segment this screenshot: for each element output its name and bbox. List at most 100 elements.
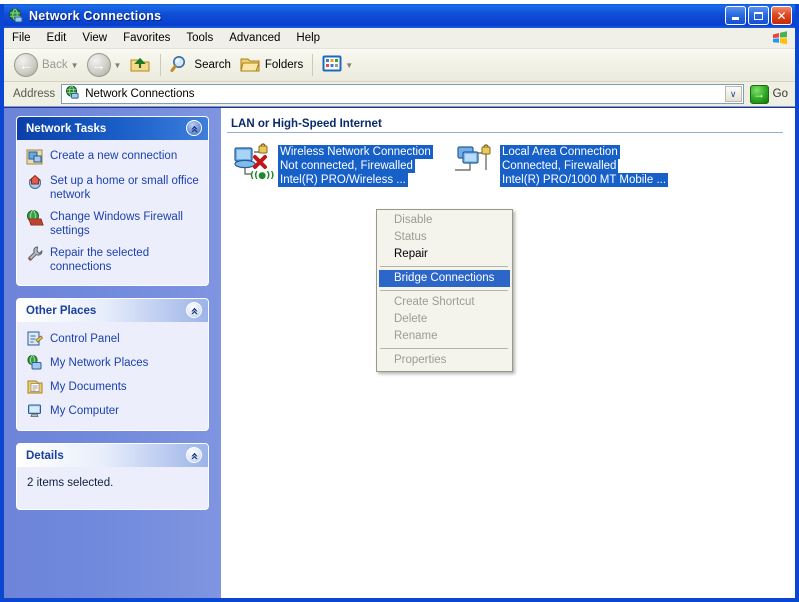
- connection-adapter: Intel(R) PRO/1000 MT Mobile ...: [500, 173, 669, 187]
- task-repair-selected-connections[interactable]: Repair the selected connections: [26, 245, 200, 274]
- menu-tools[interactable]: Tools: [178, 30, 221, 46]
- menu-bar: File Edit View Favorites Tools Advanced …: [4, 28, 795, 49]
- documents-icon: [26, 378, 44, 396]
- place-control-panel[interactable]: Control Panel: [26, 330, 200, 348]
- globe-network-icon: [65, 85, 80, 103]
- home-network-icon: [26, 173, 44, 191]
- firewall-icon: [26, 209, 44, 227]
- context-menu-item-repair[interactable]: Repair: [377, 246, 512, 263]
- forward-dropdown-icon[interactable]: ▼: [114, 61, 122, 70]
- forward-button[interactable]: → ▼: [83, 51, 126, 79]
- sidebar: Network Tasks Create a new connection Se…: [4, 108, 221, 598]
- connection-item-wireless[interactable]: ((●)) Wireless Network Connection Not co…: [233, 143, 455, 187]
- views-button[interactable]: ▼: [318, 51, 357, 79]
- menu-advanced[interactable]: Advanced: [221, 30, 288, 46]
- task-change-firewall-settings[interactable]: Change Windows Firewall settings: [26, 209, 200, 238]
- connection-name: Wireless Network Connection: [278, 145, 433, 159]
- lan-adapter-icon: [455, 143, 497, 181]
- place-my-network-places[interactable]: My Network Places: [26, 354, 200, 372]
- content-pane: LAN or High-Speed Internet ((●)) Wireles…: [221, 108, 795, 598]
- address-value: Network Connections: [85, 88, 195, 100]
- folders-button[interactable]: Folders: [235, 51, 307, 79]
- up-folder-icon: [129, 54, 151, 77]
- address-input[interactable]: Network Connections ∨: [61, 84, 744, 104]
- menu-file[interactable]: File: [4, 30, 39, 46]
- folders-label: Folders: [264, 59, 304, 71]
- collapse-chevron-icon[interactable]: [186, 120, 202, 136]
- place-label: My Documents: [50, 381, 127, 394]
- menu-help[interactable]: Help: [288, 30, 328, 46]
- collapse-chevron-icon[interactable]: [186, 447, 202, 463]
- menu-favorites[interactable]: Favorites: [115, 30, 178, 46]
- close-button[interactable]: ✕: [771, 6, 792, 25]
- search-button[interactable]: Search: [166, 51, 234, 79]
- search-label: Search: [194, 59, 231, 71]
- task-setup-home-network[interactable]: Set up a home or small office network: [26, 173, 200, 202]
- place-label: My Computer: [50, 405, 120, 418]
- forward-arrow-icon: →: [86, 53, 111, 77]
- control-panel-icon: [26, 330, 44, 348]
- context-menu-item-create-shortcut[interactable]: Create Shortcut: [377, 294, 512, 311]
- context-menu-separator: [380, 290, 508, 291]
- address-bar: Address Network Connections ∨ → Go: [4, 82, 795, 107]
- panel-body-other-places: Control Panel My Network Places My Docum…: [17, 322, 208, 430]
- wrench-icon: [26, 245, 44, 263]
- go-arrow-icon: →: [749, 84, 769, 104]
- panel-title: Details: [26, 449, 64, 462]
- up-button[interactable]: [125, 51, 155, 79]
- go-label: Go: [772, 88, 788, 100]
- place-label: My Network Places: [50, 357, 149, 370]
- context-menu-item-status[interactable]: Status: [377, 229, 512, 246]
- panel-title: Other Places: [26, 304, 97, 317]
- details-status-text: 2 items selected.: [27, 477, 114, 489]
- panel-title: Network Tasks: [26, 122, 107, 135]
- maximize-button[interactable]: [748, 6, 769, 25]
- chevron-down-icon[interactable]: ∨: [724, 86, 742, 102]
- context-menu-item-disable[interactable]: Disable: [377, 212, 512, 229]
- go-button[interactable]: → Go: [744, 84, 792, 104]
- connections-list: ((●)) Wireless Network Connection Not co…: [221, 143, 795, 372]
- panel-header-network-tasks[interactable]: Network Tasks: [17, 117, 208, 140]
- toolbar: ← Back ▼ → ▼ Search Folders ▼: [4, 49, 795, 82]
- task-label: Create a new connection: [50, 150, 178, 162]
- menu-edit[interactable]: Edit: [39, 30, 75, 46]
- views-icon: [322, 55, 342, 76]
- title-bar: Network Connections ✕: [4, 4, 795, 28]
- back-dropdown-icon[interactable]: ▼: [71, 61, 79, 70]
- place-label: Control Panel: [50, 333, 120, 346]
- network-connections-window: Network Connections ✕ File Edit View Fav…: [0, 4, 799, 602]
- context-menu-item-properties[interactable]: Properties: [377, 352, 512, 369]
- context-menu: Disable Status Repair Bridge Connections…: [376, 209, 513, 372]
- toolbar-separator-2: [312, 54, 314, 76]
- connection-status: Not connected, Firewalled: [278, 159, 415, 173]
- task-create-new-connection[interactable]: Create a new connection: [26, 148, 200, 166]
- context-menu-separator: [380, 266, 508, 267]
- back-button[interactable]: ← Back ▼: [10, 51, 83, 79]
- magnifier-icon: [170, 54, 190, 77]
- folder-icon: [239, 54, 261, 77]
- minimize-button[interactable]: [725, 6, 746, 25]
- views-dropdown-icon[interactable]: ▼: [345, 61, 353, 70]
- svg-text:((●)): ((●)): [250, 171, 274, 181]
- panel-header-other-places[interactable]: Other Places: [17, 299, 208, 322]
- globe-network-icon: [8, 8, 24, 24]
- panel-header-details[interactable]: Details: [17, 444, 208, 467]
- context-menu-item-bridge-connections[interactable]: Bridge Connections: [379, 270, 510, 287]
- back-arrow-icon: ←: [14, 53, 38, 77]
- place-my-documents[interactable]: My Documents: [26, 378, 200, 396]
- task-label: Repair the selected connections: [50, 247, 150, 273]
- task-label: Change Windows Firewall settings: [50, 211, 183, 237]
- task-label: Set up a home or small office network: [50, 175, 199, 201]
- connection-item-lan[interactable]: Local Area Connection Connected, Firewal…: [455, 143, 700, 187]
- context-menu-item-rename[interactable]: Rename: [377, 328, 512, 345]
- collapse-chevron-icon[interactable]: [186, 302, 202, 318]
- place-my-computer[interactable]: My Computer: [26, 402, 200, 420]
- menu-view[interactable]: View: [74, 30, 115, 46]
- context-menu-item-delete[interactable]: Delete: [377, 311, 512, 328]
- wireless-adapter-icon: ((●)): [233, 143, 275, 181]
- group-header-lan: LAN or High-Speed Internet: [227, 118, 783, 133]
- connection-labels-wireless: Wireless Network Connection Not connecte…: [278, 143, 433, 187]
- connection-name: Local Area Connection: [500, 145, 620, 159]
- window-controls: ✕: [725, 6, 792, 25]
- window-title: Network Connections: [29, 9, 162, 23]
